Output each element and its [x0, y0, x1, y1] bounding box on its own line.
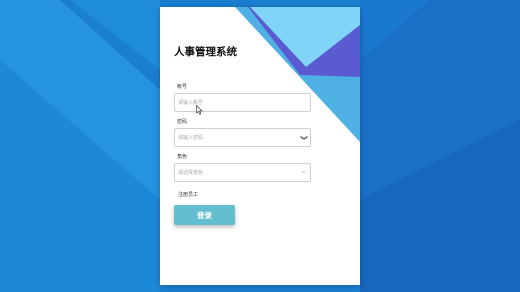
account-label: 帐号: [177, 84, 188, 90]
register-staff-text[interactable]: 注册员工: [178, 191, 198, 198]
account-input[interactable]: [178, 94, 296, 111]
role-label: 角色: [177, 154, 188, 160]
password-input[interactable]: [178, 129, 296, 146]
password-label: 密码: [177, 119, 188, 125]
role-select[interactable]: [174, 163, 311, 182]
chevron-down-icon[interactable]: [301, 169, 306, 175]
login-button[interactable]: 登录: [174, 205, 235, 225]
account-field[interactable]: [174, 93, 311, 112]
role-select-input[interactable]: [178, 164, 296, 181]
login-card: 人事管理系统 帐号 密码 角色 注册员工 登录: [160, 7, 360, 285]
eye-icon[interactable]: [300, 135, 308, 141]
password-field[interactable]: [174, 128, 311, 147]
page-title: 人事管理系统: [174, 46, 237, 58]
